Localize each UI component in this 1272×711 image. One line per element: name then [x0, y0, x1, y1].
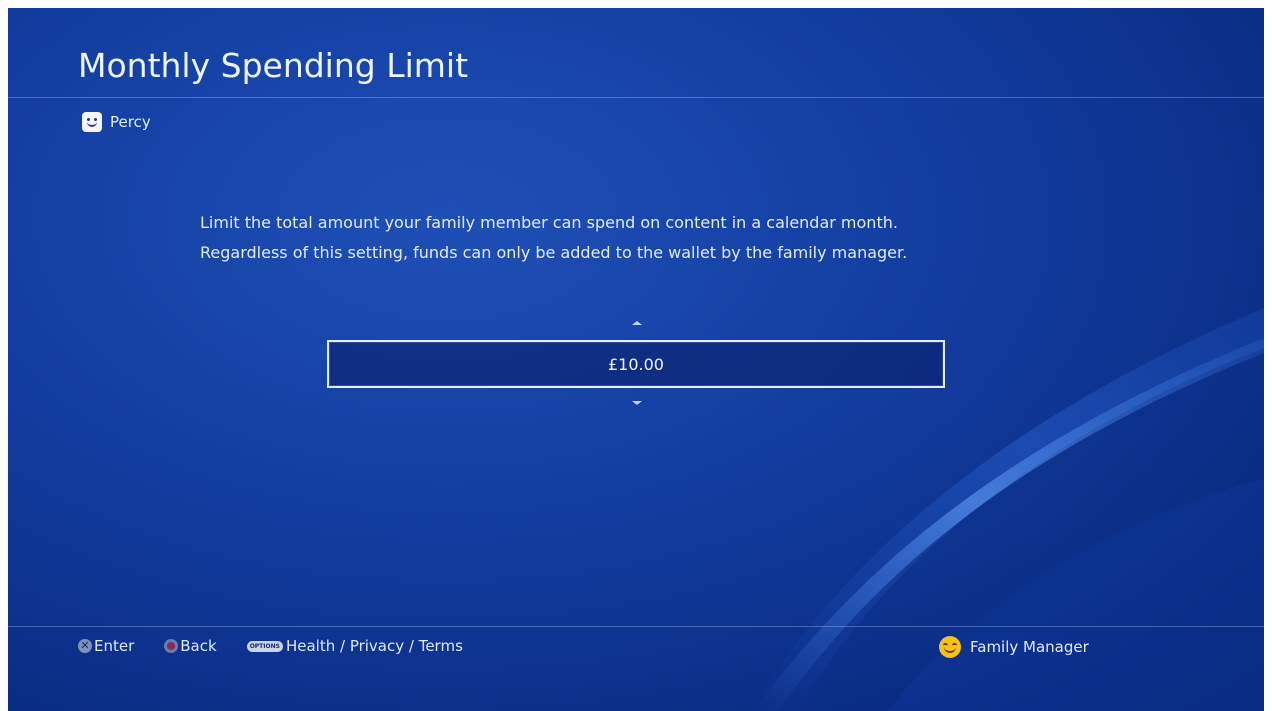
user-name: Percy — [110, 113, 151, 131]
options-label: Health / Privacy / Terms — [285, 637, 463, 655]
spending-limit-selector[interactable]: £10.00 — [327, 340, 945, 388]
ps4-screen: Monthly Spending Limit Percy Limit the t… — [8, 8, 1264, 711]
circle-button-icon — [164, 639, 179, 653]
description-line: Regardless of this setting, funds can on… — [200, 243, 908, 262]
options-hint[interactable]: OPTIONS Health / Privacy / Terms — [246, 637, 463, 655]
chevron-down-icon[interactable] — [630, 400, 644, 408]
header-divider — [8, 97, 1264, 98]
enter-label: Enter — [94, 637, 135, 655]
spending-limit-value: £10.00 — [608, 354, 664, 374]
button-hints: ✕ Enter Back OPTIONS Health / Privacy / … — [78, 635, 493, 657]
chevron-up-icon[interactable] — [630, 318, 644, 326]
smiley-face-icon — [939, 636, 961, 658]
description-line: Limit the total amount your family membe… — [200, 213, 898, 232]
user-indicator: Percy — [82, 111, 151, 133]
options-button-icon: OPTIONS — [246, 640, 283, 652]
page-title: Monthly Spending Limit — [78, 46, 469, 85]
family-manager-label: Family Manager — [970, 638, 1089, 656]
footer-divider — [8, 626, 1264, 627]
family-manager-indicator: Family Manager — [939, 635, 1089, 659]
cross-button-icon: ✕ — [78, 639, 92, 653]
smiley-avatar-icon — [82, 112, 102, 132]
back-hint[interactable]: Back — [164, 637, 217, 655]
enter-hint[interactable]: ✕ Enter — [78, 637, 134, 655]
description: Limit the total amount your family membe… — [200, 208, 1100, 268]
back-label: Back — [180, 637, 217, 655]
